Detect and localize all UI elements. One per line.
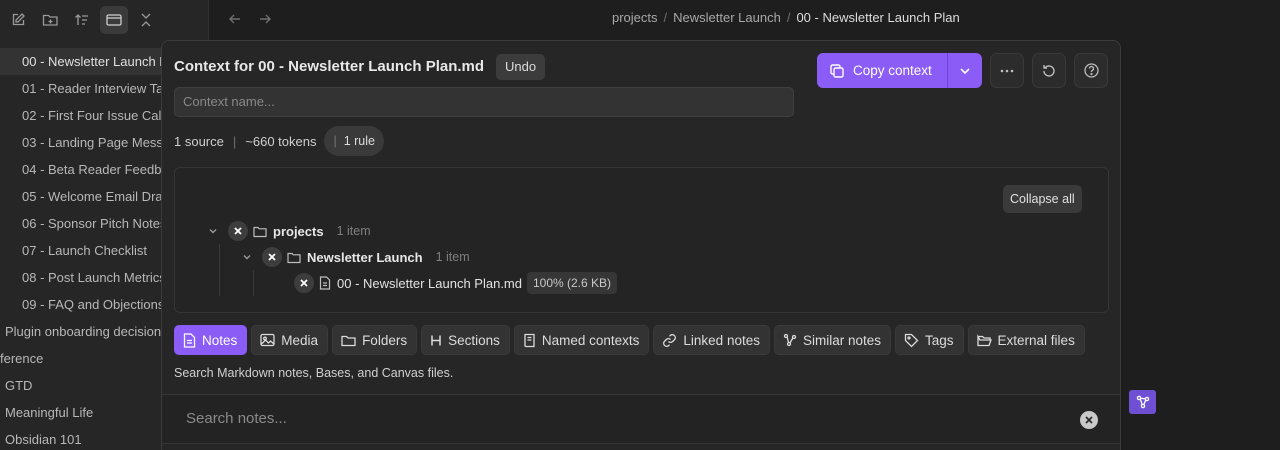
stats-divider: | (232, 133, 237, 149)
tree-row-file: 00 - Newsletter Launch Plan.md 100% (2.6… (294, 272, 618, 294)
tab-label: Tags (925, 332, 954, 348)
sort-icon[interactable] (68, 6, 96, 34)
breadcrumb-current[interactable]: 00 - Newsletter Launch Plan (796, 10, 959, 25)
image-icon (260, 333, 275, 347)
tab-hint: Search Markdown notes, Bases, and Canvas… (174, 366, 454, 380)
token-count: ~660 tokens (245, 133, 317, 149)
folder-icon (287, 251, 301, 264)
sidebar-toolbar (0, 0, 160, 40)
rules-pill[interactable]: | 1 rule (324, 126, 384, 156)
file-size-badge: 100% (2.6 KB) (526, 272, 618, 294)
new-folder-icon[interactable] (36, 6, 64, 34)
tab-label: External files (997, 332, 1075, 348)
collapse-all-icon[interactable] (132, 6, 160, 34)
more-options-button[interactable] (990, 53, 1024, 88)
tab-tags[interactable]: Tags (895, 325, 964, 355)
remove-file-button[interactable] (294, 273, 314, 293)
search-notes-input[interactable]: Search notes... (186, 410, 287, 427)
copy-options-dropdown[interactable] (947, 53, 982, 88)
tab-sections[interactable]: Sections (421, 325, 510, 355)
remove-folder-button[interactable] (228, 221, 248, 241)
folder-open-icon (976, 333, 992, 347)
tab-named-contexts[interactable]: Named contexts (513, 325, 650, 355)
clear-search-icon[interactable] (1080, 411, 1098, 429)
tab-media[interactable]: Media (251, 325, 329, 355)
tree-row-newsletter-launch: Newsletter Launch 1 item (240, 246, 470, 268)
breadcrumb-separator: / (663, 10, 668, 25)
tab-label: Similar notes (802, 332, 881, 348)
tab-external-files[interactable]: External files (967, 325, 1085, 355)
help-icon (1083, 62, 1100, 79)
tab-label: Named contexts (541, 332, 640, 348)
more-horizontal-icon (999, 63, 1015, 79)
rule-count: 1 rule (343, 134, 375, 148)
nav-arrows (224, 8, 276, 30)
file-icon (319, 276, 331, 290)
modal-title: Context for 00 - Newsletter Launch Plan.… (174, 58, 485, 75)
graph-icon (783, 333, 797, 347)
chevron-down-icon[interactable] (240, 252, 254, 262)
file-text-icon (183, 332, 196, 348)
tab-label: Media (281, 332, 319, 348)
collapse-all-button[interactable]: Collapse all (1003, 185, 1082, 213)
copy-icon (829, 63, 845, 79)
tab-label: Notes (202, 332, 238, 348)
search-bar: Search notes... (162, 394, 1120, 444)
tree-item-count: 1 item (336, 224, 371, 238)
back-arrow-icon[interactable] (224, 8, 246, 30)
tag-icon (904, 333, 919, 348)
tab-notes[interactable]: Notes (174, 325, 248, 355)
tree-guide (253, 270, 254, 296)
tab-label: Folders (362, 332, 408, 348)
breadcrumb-item[interactable]: projects (612, 10, 658, 25)
tree-row-projects: projects 1 item (206, 220, 371, 242)
tree-guide (219, 244, 220, 296)
chevron-down-icon[interactable] (206, 226, 220, 236)
tree-item-count: 1 item (435, 250, 470, 264)
source-tree: Collapse all projects 1 item Newsletter … (174, 167, 1109, 313)
folder-icon (253, 225, 267, 238)
context-modal: Context for 00 - Newsletter Launch Plan.… (161, 40, 1121, 450)
breadcrumb: projects / Newsletter Launch / 00 - News… (612, 10, 960, 25)
tab-label: Sections (448, 332, 500, 348)
context-stats: 1 source | ~660 tokens | 1 rule (174, 126, 384, 156)
tree-folder-name[interactable]: Newsletter Launch (307, 250, 423, 265)
tab-folders[interactable]: Folders (332, 325, 418, 355)
chevron-down-icon (959, 65, 971, 77)
help-button[interactable] (1074, 53, 1108, 88)
context-name-input[interactable]: Context name... (174, 87, 794, 117)
source-tabs: Notes Media Folders Sections Named conte… (174, 325, 1085, 355)
rules-divider: | (333, 134, 337, 148)
tab-label: Linked notes (683, 332, 760, 348)
breadcrumb-separator: / (786, 10, 791, 25)
tree-file-name[interactable]: 00 - Newsletter Launch Plan.md (337, 276, 522, 291)
folder-icon (341, 334, 356, 347)
copy-context-label: Copy context (853, 63, 932, 78)
remove-folder-button[interactable] (262, 247, 282, 267)
reset-button[interactable] (1032, 53, 1066, 88)
tree-folder-name[interactable]: projects (273, 224, 324, 239)
tab-similar-notes[interactable]: Similar notes (773, 325, 891, 355)
auto-reveal-icon[interactable] (100, 6, 128, 34)
source-count: 1 source (174, 133, 224, 149)
reset-icon (1041, 63, 1057, 79)
tab-linked-notes[interactable]: Linked notes (653, 325, 770, 355)
heading-icon (430, 334, 442, 347)
breadcrumb-item[interactable]: Newsletter Launch (673, 10, 781, 25)
new-note-icon[interactable] (4, 6, 32, 34)
copy-context-button[interactable]: Copy context (817, 53, 947, 88)
copy-context-group: Copy context (817, 53, 982, 88)
forward-arrow-icon[interactable] (254, 8, 276, 30)
link-icon (662, 333, 677, 348)
undo-button[interactable]: Undo (496, 54, 546, 80)
book-icon (523, 333, 536, 348)
graph-view-icon[interactable] (1129, 390, 1156, 414)
